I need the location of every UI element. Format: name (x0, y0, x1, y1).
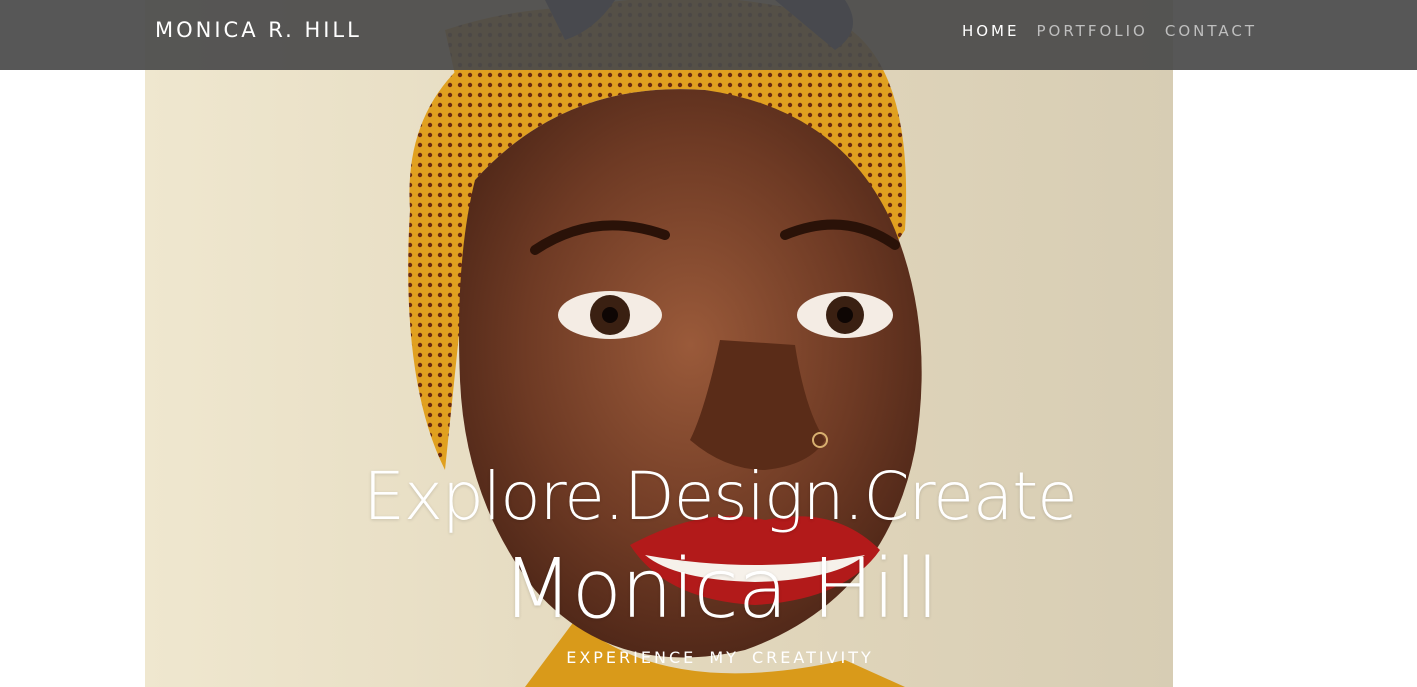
hero-subtitle: EXPERIENCE MY CREATIVITY (566, 648, 874, 667)
hero-tagline: Explore.Design.Create (363, 458, 1078, 535)
nav-link-contact[interactable]: CONTACT (1165, 22, 1257, 40)
nav-link-home[interactable]: HOME (962, 22, 1020, 40)
main-nav: HOME PORTFOLIO CONTACT (962, 22, 1257, 40)
hero-title: Monica Hill (501, 542, 939, 637)
nav-link-portfolio[interactable]: PORTFOLIO (1036, 22, 1147, 40)
top-navbar: MONICA R. HILL HOME PORTFOLIO CONTACT (0, 0, 1417, 70)
site-brand-link[interactable]: MONICA R. HILL (155, 18, 362, 42)
